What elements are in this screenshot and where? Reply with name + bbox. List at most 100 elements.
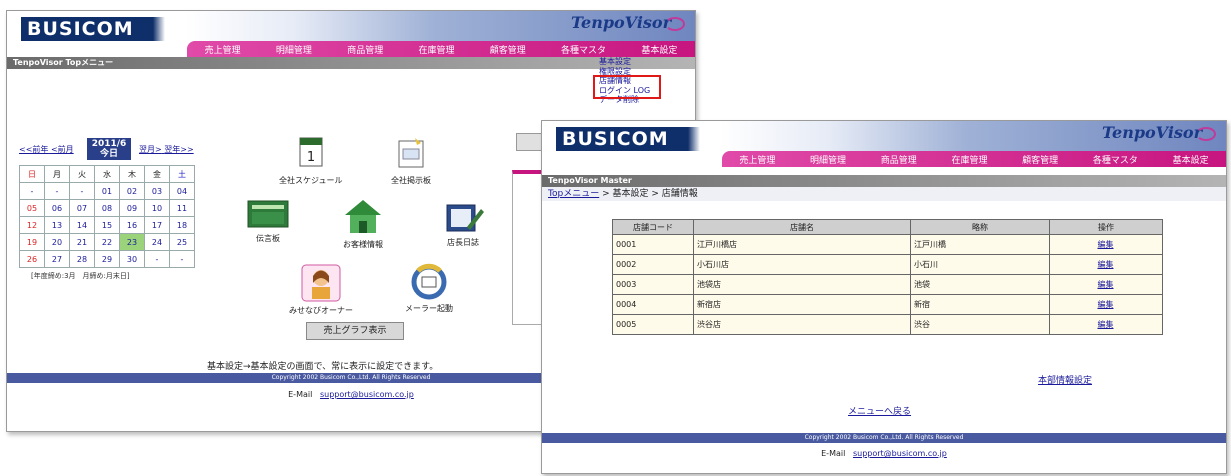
weekday-sat: 土	[169, 165, 195, 183]
day-cell[interactable]: 12	[19, 216, 45, 234]
day-cell[interactable]: 24	[144, 233, 170, 251]
nav-inventory[interactable]: 在庫管理	[951, 153, 987, 166]
nav-sales[interactable]: 売上管理	[739, 153, 775, 166]
mailer-label: メーラー起動	[405, 304, 453, 313]
day-cell[interactable]: 01	[94, 182, 120, 200]
nav-masters[interactable]: 各種マスタ	[1093, 153, 1138, 166]
prev-month-link[interactable]: <前月	[51, 145, 74, 154]
day-cell[interactable]: 25	[169, 233, 195, 251]
nav-products[interactable]: 商品管理	[347, 43, 383, 56]
day-cell[interactable]: 03	[144, 182, 170, 200]
day-cell: -	[69, 182, 95, 200]
month-label: 2011/6	[91, 139, 127, 149]
day-cell[interactable]: 18	[169, 216, 195, 234]
edit-link[interactable]: 編集	[1098, 300, 1114, 309]
diary-icon	[446, 204, 484, 232]
nav-customers[interactable]: 顧客管理	[490, 43, 526, 56]
email-link[interactable]: support@busicom.co.jp	[320, 390, 414, 399]
day-cell[interactable]: 28	[69, 250, 95, 268]
calendar-note: [年度締め:3月 月締め:月末日]	[31, 272, 130, 280]
day-cell[interactable]: 20	[44, 233, 70, 251]
day-cell[interactable]: 08	[94, 199, 120, 217]
breadcrumb-path: > 基本設定 > 店舗情報	[599, 189, 698, 199]
day-cell[interactable]: 26	[19, 250, 45, 268]
nav-basic-settings[interactable]: 基本設定	[1173, 153, 1209, 166]
tenpovisor-logo: TenpoVisor	[1101, 123, 1217, 142]
nav-products[interactable]: 商品管理	[881, 153, 917, 166]
busicom-logo: BUSICOM	[21, 17, 165, 41]
calendar-month[interactable]: 2011/6 今日	[87, 138, 131, 160]
message-shortcut[interactable]: 伝言板	[245, 197, 291, 244]
owner-shortcut[interactable]: みせなびオーナー	[289, 263, 353, 316]
nav-masters[interactable]: 各種マスタ	[561, 43, 606, 56]
day-cell: -	[44, 182, 70, 200]
edit-link[interactable]: 編集	[1098, 260, 1114, 269]
board-shortcut[interactable]: 全社掲示板	[391, 135, 431, 186]
day-cell[interactable]: 13	[44, 216, 70, 234]
mailer-icon	[411, 263, 447, 300]
day-cell[interactable]: 04	[169, 182, 195, 200]
day-cell[interactable]: 14	[69, 216, 95, 234]
day-cell[interactable]: 07	[69, 199, 95, 217]
nav-sales[interactable]: 売上管理	[205, 43, 241, 56]
email-label: E-Mail	[821, 449, 846, 458]
header: BUSICOM TenpoVisor 売上管理 明細管理 商品管理 在庫管理 顧…	[7, 11, 695, 57]
day-cell[interactable]: 02	[119, 182, 145, 200]
day-cell[interactable]: 11	[169, 199, 195, 217]
customer-shortcut[interactable]: お客様情報	[341, 197, 385, 250]
nav-details[interactable]: 明細管理	[276, 43, 312, 56]
hidden-panel-edge	[516, 133, 544, 151]
day-cell[interactable]: 30	[119, 250, 145, 268]
weekday-wed: 水	[94, 165, 120, 183]
main-nav: 売上管理 明細管理 商品管理 在庫管理 顧客管理 各種マスタ 基本設定	[187, 41, 695, 57]
today-link[interactable]: 今日	[87, 149, 131, 159]
customer-label: お客様情報	[343, 240, 383, 249]
back-to-menu-link[interactable]: メニューへ戻る	[848, 404, 911, 417]
day-cell[interactable]: 17	[144, 216, 170, 234]
email-link[interactable]: support@busicom.co.jp	[853, 449, 947, 458]
calendar-icon: 1	[299, 137, 323, 167]
store-abbrev: 江戸川橋	[910, 234, 1050, 255]
main-nav: 売上管理 明細管理 商品管理 在庫管理 顧客管理 各種マスタ 基本設定	[722, 151, 1226, 167]
day-cell[interactable]: 10	[144, 199, 170, 217]
mailer-shortcut[interactable]: メーラー起動	[405, 263, 453, 314]
dropdown-item-basic[interactable]: 基本設定	[597, 57, 661, 67]
schedule-shortcut[interactable]: 1 全社スケジュール	[279, 135, 342, 186]
page-title-bar: TenpoVisor Master	[542, 175, 1226, 187]
day-cell[interactable]: 29	[94, 250, 120, 268]
edit-link[interactable]: 編集	[1098, 240, 1114, 249]
house-icon	[345, 200, 381, 233]
breadcrumb-top-link[interactable]: Topメニュー	[548, 189, 599, 199]
nav-basic-settings[interactable]: 基本設定	[641, 43, 677, 56]
diary-shortcut[interactable]: 店長日誌	[441, 201, 485, 248]
day-cell-today[interactable]: 23	[119, 233, 145, 251]
svg-text:1: 1	[307, 150, 315, 165]
day-cell[interactable]: 19	[19, 233, 45, 251]
day-cell[interactable]: 27	[44, 250, 70, 268]
prev-year-link[interactable]: <<前年	[19, 145, 48, 154]
headquarters-settings-link[interactable]: 本部情報設定	[1038, 373, 1092, 386]
next-month-link[interactable]: 翌月>	[139, 145, 162, 154]
nav-details[interactable]: 明細管理	[810, 153, 846, 166]
day-cell[interactable]: 16	[119, 216, 145, 234]
store-name: 江戸川橋店	[693, 234, 911, 255]
nav-inventory[interactable]: 在庫管理	[418, 43, 454, 56]
day-cell[interactable]: 06	[44, 199, 70, 217]
copyright-bar: Copyright 2002 Busicom Co.,Ltd. All Righ…	[542, 433, 1226, 443]
next-year-link[interactable]: 翌年>>	[164, 145, 193, 154]
store-code: 0005	[612, 314, 694, 335]
sales-chart-button[interactable]: 売上グラフ表示	[306, 322, 404, 340]
day-cell: -	[169, 250, 195, 268]
hidden-panel-edge	[512, 170, 544, 325]
col-abbrev: 略称	[910, 219, 1050, 235]
day-cell[interactable]: 05	[19, 199, 45, 217]
weekday-tue: 火	[69, 165, 95, 183]
day-cell[interactable]: 09	[119, 199, 145, 217]
nav-customers[interactable]: 顧客管理	[1022, 153, 1058, 166]
day-cell[interactable]: 15	[94, 216, 120, 234]
edit-link[interactable]: 編集	[1098, 280, 1114, 289]
store-abbrev: 新宿	[910, 294, 1050, 315]
edit-link[interactable]: 編集	[1098, 320, 1114, 329]
day-cell[interactable]: 22	[94, 233, 120, 251]
day-cell[interactable]: 21	[69, 233, 95, 251]
